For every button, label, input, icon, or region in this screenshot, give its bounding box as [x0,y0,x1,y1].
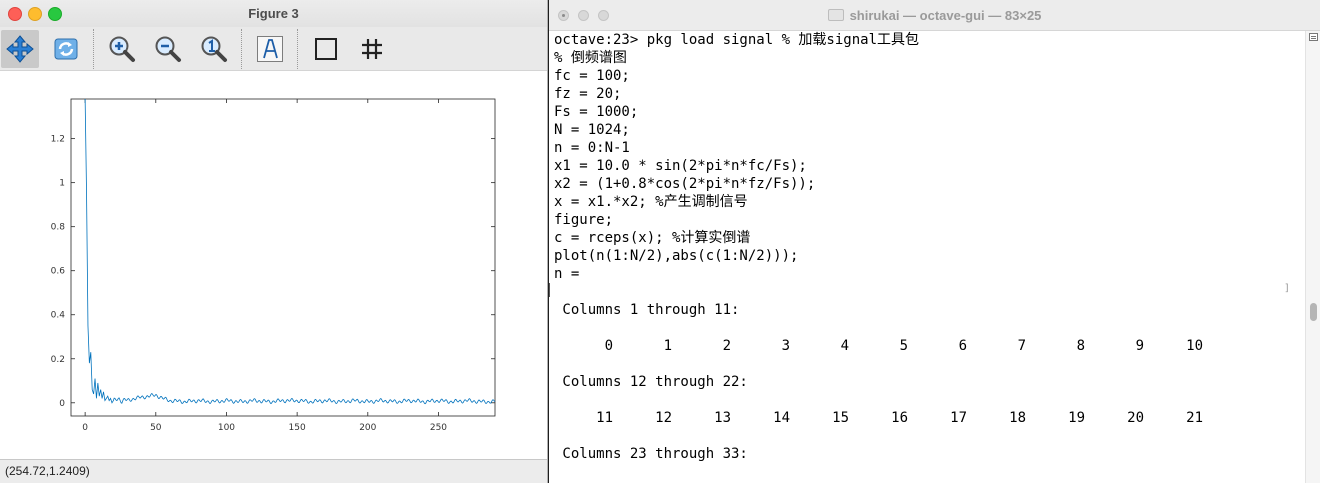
y-tick-label: 0 [59,399,65,409]
zoom-out-button[interactable] [149,30,187,68]
rotate-icon [54,38,78,60]
toolbar-separator [297,29,298,69]
rotate-button[interactable] [47,30,85,68]
terminal-line: N = 1024; [554,122,630,138]
zoom-in-button[interactable] [103,30,141,68]
folder-icon [827,9,844,21]
zoom-in-icon [109,36,135,62]
zoom-reset-button[interactable] [195,30,233,68]
margin-marker: ] [1283,283,1290,294]
text-cursor [549,283,550,297]
x-tick-label: 200 [359,423,376,433]
terminal-line: % 倒频谱图 [554,50,627,66]
insert-text-button[interactable] [251,30,289,68]
figure-window: Figure 3 0 50 100 150 200 250 0 0.2 0.4 … [0,0,548,483]
terminal-line: 0 1 2 3 4 5 6 7 8 9 10 [554,338,1204,354]
zoom-reset-icon [201,36,227,62]
terminal-line: fz = 20; [554,86,622,102]
terminal-line: figure; [554,212,614,228]
terminal-line: 11 12 13 14 15 16 17 18 19 20 21 [554,410,1204,426]
terminal-titlebar[interactable]: shirukai — octave-gui — 83×25 [549,0,1320,31]
toggle-box-icon [315,38,337,60]
terminal-window: shirukai — octave-gui — 83×25 octave:23>… [549,0,1320,483]
y-tick-label: 0.4 [51,311,66,321]
zoom-out-icon [155,36,181,62]
scroll-thumb[interactable] [1310,303,1317,321]
menu-icon[interactable] [1309,33,1318,41]
terminal-line: Columns 23 through 33: [554,446,748,462]
figure-title: Figure 3 [248,6,299,21]
x-tick-label: 0 [82,423,88,433]
figure-titlebar[interactable]: Figure 3 [0,0,547,28]
status-bar: (254.72,1.2409) [0,459,547,483]
toggle-grid-button[interactable] [353,30,391,68]
figure-toolbar [0,27,547,71]
x-tick-label: 50 [150,423,162,433]
terminal-line: octave:23> pkg load signal % 加载signal工具包 [554,32,920,48]
toolbar-separator [93,29,94,69]
terminal-line: x = x1.*x2; %产生调制信号 [554,194,748,210]
terminal-lines: octave:23> pkg load signal % 加载signal工具包… [549,31,1306,481]
x-tick-label: 150 [289,423,306,433]
y-tick-label: 0.2 [51,355,65,365]
insert-text-icon [257,36,283,62]
x-tick-label: 250 [430,423,447,433]
terminal-line: n = 0:N-1 [554,140,630,156]
plot-area[interactable]: 0 50 100 150 200 250 0 0.2 0.4 0.6 0.8 1 1.2 [0,71,547,459]
terminal-line: Columns 12 through 22: [554,374,748,390]
pan-button[interactable] [1,30,39,68]
terminal-line: Columns 1 through 11: [554,302,740,318]
terminal-line: fc = 100; [554,68,630,84]
terminal-output[interactable]: octave:23> pkg load signal % 加载signal工具包… [549,31,1306,483]
x-tick-label: 100 [218,423,235,433]
y-tick-label: 0.6 [51,267,66,277]
terminal-scrollbar[interactable] [1305,31,1320,483]
y-tick-label: 1 [59,179,65,189]
terminal-line: Fs = 1000; [554,104,639,120]
terminal-line: n = [554,266,580,282]
toggle-grid-icon [362,39,382,59]
terminal-line: c = rceps(x); %计算实倒谱 [554,230,751,246]
terminal-title-text: shirukai — octave-gui — 83×25 [849,8,1042,23]
axes-box [70,98,496,417]
y-tick-label: 1.2 [51,135,65,145]
y-tick-label: 0.8 [51,223,66,233]
terminal-line: x2 = (1+0.8*cos(2*pi*n*fz/Fs)); [554,176,816,192]
terminal-line: plot(n(1:N/2),abs(c(1:N/2))); [554,248,799,264]
toolbar-separator [241,29,242,69]
pan-icon [6,35,34,63]
terminal-line: x1 = 10.0 * sin(2*pi*n*fc/Fs); [554,158,807,174]
cepstrum-plot[interactable]: 0 50 100 150 200 250 0 0.2 0.4 0.6 0.8 1 1.2 [0,71,547,459]
toggle-box-button[interactable] [307,30,345,68]
cursor-coordinates: (254.72,1.2409) [5,464,90,478]
terminal-title: shirukai — octave-gui — 83×25 [549,8,1320,23]
